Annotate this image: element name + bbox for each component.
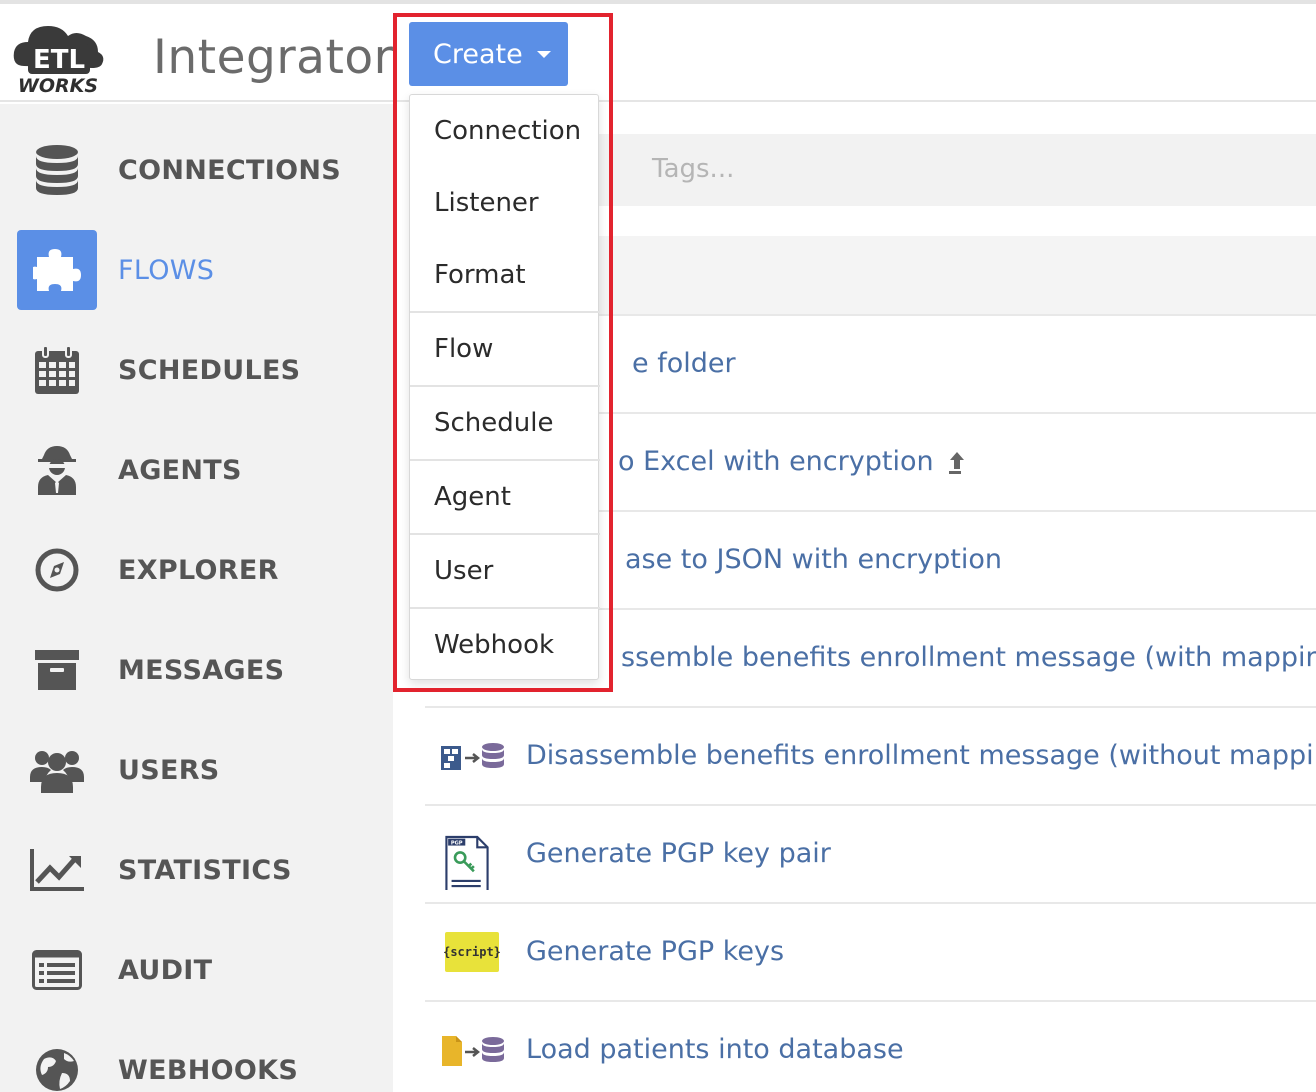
sidebar-item-flows[interactable]: FLOWS (0, 230, 393, 310)
create-button-label: Create (433, 38, 523, 70)
sidebar-item-messages[interactable]: MESSAGES (0, 630, 393, 710)
file-to-database-icon (442, 1036, 504, 1066)
flow-name[interactable]: Generate PGP key pair (526, 838, 831, 869)
compass-icon (17, 530, 97, 610)
sidebar-item-label: USERS (118, 754, 220, 786)
archive-icon (17, 630, 97, 710)
agent-icon (17, 430, 97, 510)
menu-item-listener[interactable]: Listener (410, 167, 600, 239)
sidebar-item-schedules[interactable]: SCHEDULES (0, 330, 393, 410)
flow-name[interactable]: ssemble benefits enrollment message (wit… (621, 642, 1316, 673)
menu-item-schedule[interactable]: Schedule (410, 387, 600, 459)
svg-text:WORKS: WORKS (18, 75, 98, 94)
upload-icon (948, 451, 964, 474)
search-placeholder: Tags... (652, 154, 735, 184)
sidebar-item-label: AGENTS (118, 454, 242, 486)
flow-name[interactable]: o Excel with encryption (618, 446, 966, 477)
header: ETL WORKS Integrator (0, 4, 1316, 102)
flow-name[interactable]: Generate PGP keys (526, 936, 784, 967)
app-title: Integrator (153, 30, 394, 85)
menu-item-format[interactable]: Format (410, 239, 600, 311)
menu-item-webhook[interactable]: Webhook (410, 609, 600, 681)
sidebar-item-webhooks[interactable]: WEBHOOKS (0, 1030, 393, 1092)
flow-row[interactable]: PGP Generate PGP key pair (425, 806, 1316, 904)
sidebar-item-agents[interactable]: AGENTS (0, 430, 393, 510)
create-dropdown-menu: Connection Listener Format Flow Schedule… (409, 94, 600, 681)
flow-name[interactable]: e folder (632, 348, 736, 379)
menu-item-agent[interactable]: Agent (410, 461, 600, 533)
globe-icon (17, 1030, 97, 1092)
sidebar-item-label: CONNECTIONS (118, 154, 341, 186)
flow-row[interactable]: {script} Generate PGP keys (425, 904, 1316, 1002)
sidebar-item-connections[interactable]: CONNECTIONS (0, 130, 393, 210)
sidebar-item-label: WEBHOOKS (118, 1054, 299, 1086)
sidebar-item-label: SCHEDULES (118, 354, 301, 386)
caret-down-icon (536, 50, 551, 58)
menu-item-connection[interactable]: Connection (410, 95, 600, 167)
sidebar-item-label: MESSAGES (118, 654, 285, 686)
flow-row[interactable]: Load patients into database (425, 1002, 1316, 1092)
script-icon: {script} (443, 932, 501, 972)
calendar-icon (17, 330, 97, 410)
flow-name[interactable]: Load patients into database (526, 1034, 904, 1065)
menu-item-flow[interactable]: Flow (410, 313, 600, 385)
format-to-database-icon (441, 743, 504, 770)
etl-works-logo[interactable]: ETL WORKS (10, 18, 106, 94)
flow-row[interactable]: Disassemble benefits enrollment message … (425, 708, 1316, 806)
svg-text:PGP: PGP (451, 840, 463, 846)
flow-name[interactable]: Disassemble benefits enrollment message … (526, 740, 1316, 771)
sidebar-item-explorer[interactable]: EXPLORER (0, 530, 393, 610)
sidebar-item-label: STATISTICS (118, 854, 292, 886)
svg-text:ETL: ETL (33, 45, 85, 75)
create-button[interactable]: Create (409, 22, 568, 86)
list-icon (17, 930, 97, 1010)
database-icon (17, 130, 97, 210)
sidebar-item-users[interactable]: USERS (0, 730, 393, 810)
menu-item-user[interactable]: User (410, 535, 600, 607)
sidebar-item-statistics[interactable]: STATISTICS (0, 830, 393, 910)
sidebar-item-label: FLOWS (118, 254, 215, 286)
puzzle-icon (17, 230, 97, 310)
sidebar-item-label: AUDIT (118, 954, 213, 986)
chart-icon (17, 830, 97, 910)
pgp-key-icon: PGP (445, 835, 489, 890)
flow-name[interactable]: ase to JSON with encryption (625, 544, 1002, 575)
sidebar-item-label: EXPLORER (118, 554, 279, 586)
sidebar-item-audit[interactable]: AUDIT (0, 930, 393, 1010)
sidebar: CONNECTIONS FLOWS SCHEDULES AGENTS EXPLO… (0, 104, 393, 1092)
users-icon (17, 730, 97, 810)
